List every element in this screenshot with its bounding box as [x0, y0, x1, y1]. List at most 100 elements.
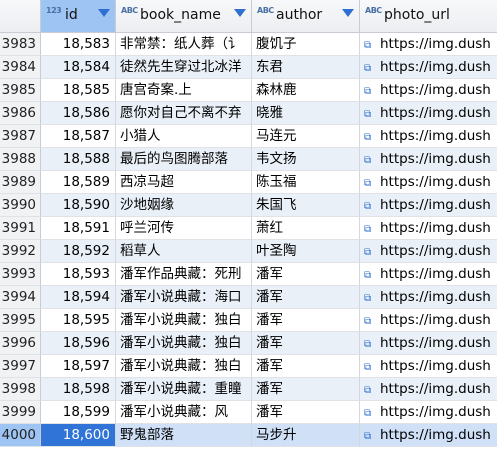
row-number[interactable]: 3990: [0, 194, 41, 217]
external-link-icon[interactable]: ⧉: [364, 333, 374, 354]
cell-author[interactable]: 潘军: [252, 309, 360, 332]
external-link-icon[interactable]: ⧉: [364, 402, 374, 423]
external-link-icon[interactable]: ⧉: [364, 241, 374, 262]
cell-book-name[interactable]: 沙地姻缘: [116, 194, 252, 217]
cell-author[interactable]: 韦文扬: [252, 148, 360, 171]
table-row[interactable]: 3997 18,597 潘军小说典藏：独白 潘军 ⧉ https://img.dush: [0, 355, 497, 378]
external-link-icon[interactable]: ⧉: [364, 218, 374, 239]
row-number[interactable]: 3987: [0, 125, 41, 148]
cell-photo-url[interactable]: ⧉ https://img.dush: [360, 424, 497, 447]
cell-photo-url[interactable]: ⧉ https://img.dush: [360, 217, 497, 240]
column-header-photo-url[interactable]: ABC photo_url: [360, 0, 497, 32]
external-link-icon[interactable]: ⧉: [364, 195, 374, 216]
sort-dropdown-icon[interactable]: [234, 9, 246, 17]
cell-id[interactable]: 18,588: [41, 148, 116, 171]
cell-author[interactable]: 潘军: [252, 286, 360, 309]
cell-id[interactable]: 18,594: [41, 286, 116, 309]
cell-author[interactable]: 潘军: [252, 355, 360, 378]
external-link-icon[interactable]: ⧉: [364, 310, 374, 331]
cell-id[interactable]: 18,591: [41, 217, 116, 240]
cell-id[interactable]: 18,584: [41, 56, 116, 79]
cell-author[interactable]: 马步升: [252, 424, 360, 447]
table-row[interactable]: 3987 18,587 小猎人 马连元 ⧉ https://img.dush: [0, 125, 497, 148]
external-link-icon[interactable]: ⧉: [364, 287, 374, 308]
cell-book-name[interactable]: 徒然先生穿过北冰洋: [116, 56, 252, 79]
row-number-header[interactable]: [0, 0, 41, 32]
cell-author[interactable]: 叶圣陶: [252, 240, 360, 263]
cell-author[interactable]: 潘军: [252, 378, 360, 401]
cell-author[interactable]: 潘军: [252, 332, 360, 355]
cell-author[interactable]: 潘军: [252, 263, 360, 286]
external-link-icon[interactable]: ⧉: [364, 149, 374, 170]
cell-id[interactable]: 18,587: [41, 125, 116, 148]
table-row[interactable]: 3995 18,595 潘军小说典藏：独白 潘军 ⧉ https://img.dush: [0, 309, 497, 332]
table-row[interactable]: 4000 18,600 野鬼部落 马步升 ⧉ https://img.dush: [0, 424, 497, 447]
cell-id[interactable]: 18,596: [41, 332, 116, 355]
cell-book-name[interactable]: 小猎人: [116, 125, 252, 148]
cell-id[interactable]: 18,595: [41, 309, 116, 332]
table-row[interactable]: 3984 18,584 徒然先生穿过北冰洋 东君 ⧉ https://img.dush: [0, 56, 497, 79]
row-number[interactable]: 3993: [0, 263, 41, 286]
cell-book-name[interactable]: 潘军小说典藏：独白: [116, 332, 252, 355]
external-link-icon[interactable]: ⧉: [364, 103, 374, 124]
cell-id[interactable]: 18,583: [41, 33, 116, 56]
row-number[interactable]: 3984: [0, 56, 41, 79]
cell-author[interactable]: 晓雅: [252, 102, 360, 125]
column-header-author[interactable]: ABC author: [252, 0, 360, 32]
cell-id[interactable]: 18,585: [41, 79, 116, 102]
cell-book-name[interactable]: 呼兰河传: [116, 217, 252, 240]
cell-book-name[interactable]: 潘军小说典藏：独白: [116, 309, 252, 332]
cell-author[interactable]: 朱国飞: [252, 194, 360, 217]
table-row[interactable]: 3999 18,599 潘军小说典藏：风 潘军 ⧉ https://img.dush: [0, 401, 497, 424]
external-link-icon[interactable]: ⧉: [364, 80, 374, 101]
cell-photo-url[interactable]: ⧉ https://img.dush: [360, 33, 497, 56]
cell-author[interactable]: 东君: [252, 56, 360, 79]
table-row[interactable]: 3983 18,583 非常禁：纸人葬（讠 腹饥子 ⧉ https://img.dush: [0, 33, 497, 56]
cell-photo-url[interactable]: ⧉ https://img.dush: [360, 125, 497, 148]
cell-id[interactable]: 18,593: [41, 263, 116, 286]
table-row[interactable]: 3994 18,594 潘军小说典藏：海口 潘军 ⧉ https://img.dush: [0, 286, 497, 309]
cell-book-name[interactable]: 潘军小说典藏：风: [116, 401, 252, 424]
table-row[interactable]: 3992 18,592 稻草人 叶圣陶 ⧉ https://img.dush: [0, 240, 497, 263]
cell-book-name[interactable]: 潘军小说典藏：独白: [116, 355, 252, 378]
cell-photo-url[interactable]: ⧉ https://img.dush: [360, 355, 497, 378]
table-row[interactable]: 3991 18,591 呼兰河传 萧红 ⧉ https://img.dush: [0, 217, 497, 240]
row-number[interactable]: 3988: [0, 148, 41, 171]
cell-author[interactable]: 陈玉福: [252, 171, 360, 194]
row-number[interactable]: 3994: [0, 286, 41, 309]
row-number[interactable]: 3996: [0, 332, 41, 355]
table-row[interactable]: 3986 18,586 愿你对自己不离不弃 晓雅 ⧉ https://img.dush: [0, 102, 497, 125]
cell-photo-url[interactable]: ⧉ https://img.dush: [360, 79, 497, 102]
external-link-icon[interactable]: ⧉: [364, 34, 374, 55]
sort-dropdown-icon[interactable]: [98, 9, 110, 17]
table-row[interactable]: 3993 18,593 潘军作品典藏：死刑 潘军 ⧉ https://img.dush: [0, 263, 497, 286]
cell-photo-url[interactable]: ⧉ https://img.dush: [360, 263, 497, 286]
cell-author[interactable]: 森林鹿: [252, 79, 360, 102]
cell-photo-url[interactable]: ⧉ https://img.dush: [360, 378, 497, 401]
cell-book-name[interactable]: 潘军作品典藏：死刑: [116, 263, 252, 286]
row-number[interactable]: 4000: [0, 424, 41, 447]
cell-id[interactable]: 18,586: [41, 102, 116, 125]
column-header-id[interactable]: 123 id: [41, 0, 116, 32]
external-link-icon[interactable]: ⧉: [364, 126, 374, 147]
row-number[interactable]: 3998: [0, 378, 41, 401]
cell-photo-url[interactable]: ⧉ https://img.dush: [360, 309, 497, 332]
table-row[interactable]: 3996 18,596 潘军小说典藏：独白 潘军 ⧉ https://img.dush: [0, 332, 497, 355]
cell-id[interactable]: 18,597: [41, 355, 116, 378]
cell-photo-url[interactable]: ⧉ https://img.dush: [360, 194, 497, 217]
cell-book-name[interactable]: 愿你对自己不离不弃: [116, 102, 252, 125]
cell-photo-url[interactable]: ⧉ https://img.dush: [360, 171, 497, 194]
cell-book-name[interactable]: 非常禁：纸人葬（讠: [116, 33, 252, 56]
cell-book-name[interactable]: 唐宫奇案.上: [116, 79, 252, 102]
sort-dropdown-icon[interactable]: [342, 9, 354, 17]
external-link-icon[interactable]: ⧉: [364, 356, 374, 377]
table-row[interactable]: 3990 18,590 沙地姻缘 朱国飞 ⧉ https://img.dush: [0, 194, 497, 217]
cell-photo-url[interactable]: ⧉ https://img.dush: [360, 332, 497, 355]
row-number[interactable]: 3999: [0, 401, 41, 424]
cell-id[interactable]: 18,600: [41, 424, 116, 447]
cell-photo-url[interactable]: ⧉ https://img.dush: [360, 401, 497, 424]
row-number[interactable]: 3989: [0, 171, 41, 194]
cell-photo-url[interactable]: ⧉ https://img.dush: [360, 148, 497, 171]
cell-id[interactable]: 18,598: [41, 378, 116, 401]
cell-id[interactable]: 18,590: [41, 194, 116, 217]
